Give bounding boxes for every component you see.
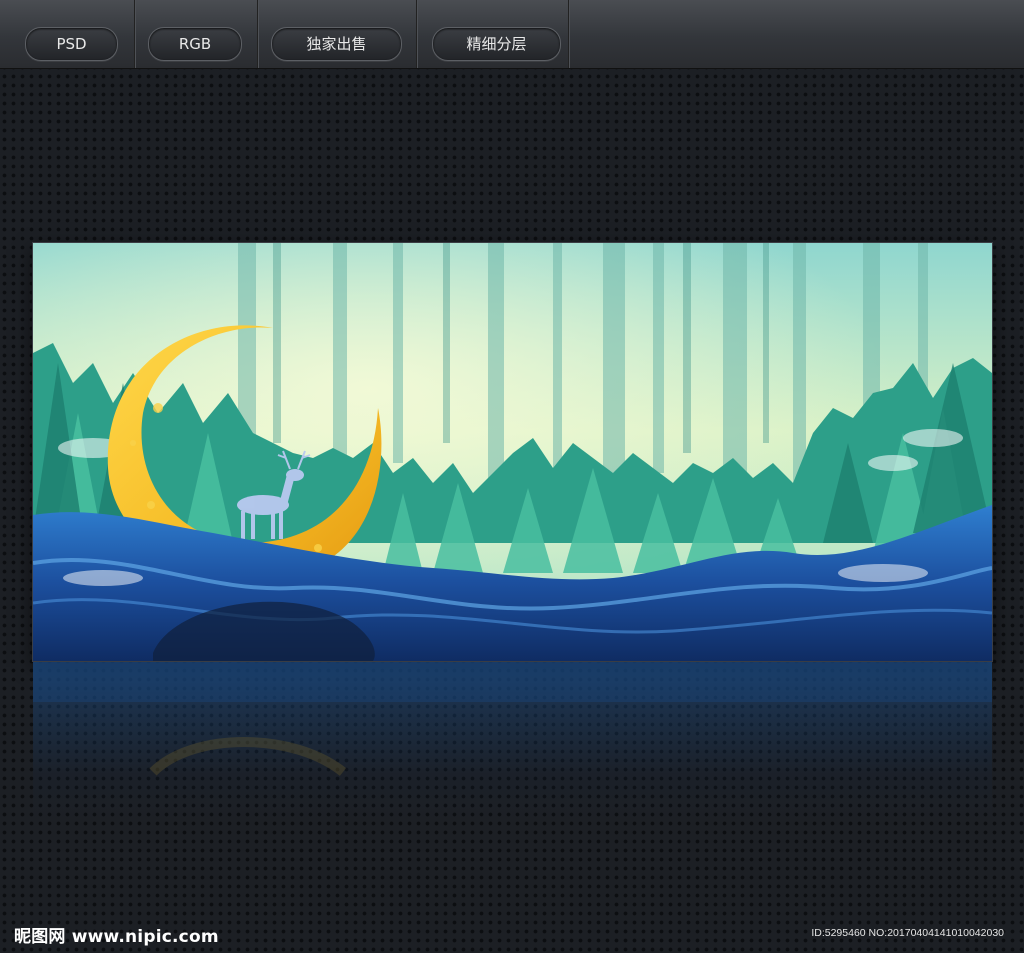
toolbar-divider [416, 0, 417, 68]
preview-image [33, 243, 992, 661]
tab-exclusive-sale[interactable]: 独家出售 [271, 27, 402, 61]
image-id-text: ID:5295460 NO:20170404141010042030 [811, 927, 1004, 939]
site-watermark: 昵图网 www.nipic.com [14, 927, 219, 947]
toolbar-divider [134, 0, 135, 68]
tab-fine-layers[interactable]: 精细分层 [432, 27, 561, 61]
image-reflection [33, 662, 992, 822]
tab-psd[interactable]: PSD [25, 27, 118, 61]
reflection-graphic [33, 662, 992, 776]
moon-forest-illustration [33, 243, 992, 661]
tab-rgb[interactable]: RGB [148, 27, 242, 61]
top-toolbar: PSD RGB 独家出售 精细分层 [0, 0, 1024, 69]
toolbar-divider [568, 0, 569, 68]
toolbar-divider [257, 0, 258, 68]
